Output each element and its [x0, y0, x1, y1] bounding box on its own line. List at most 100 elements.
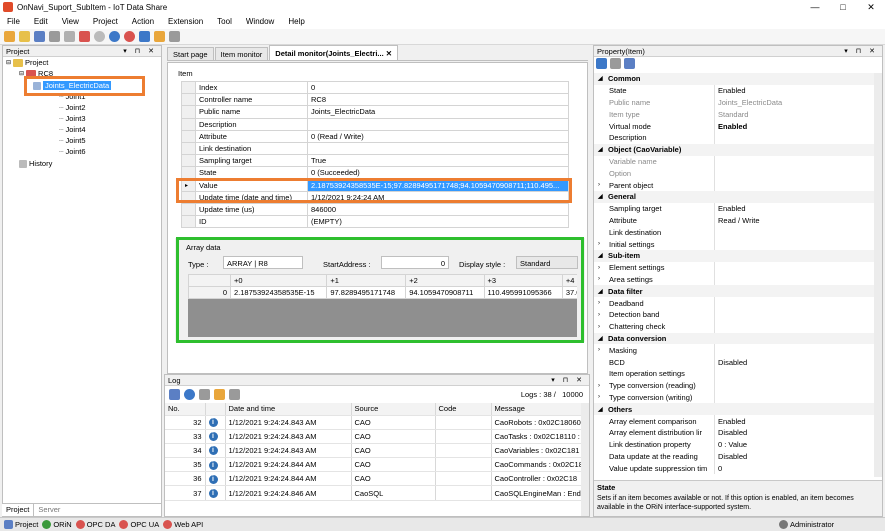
log-row[interactable]: 36 i 1/12/2021 9:24:24.844 AM CAO CaoControl…	[165, 471, 582, 487]
collapse-icon[interactable]: ◢	[598, 75, 603, 82]
property-row[interactable]: Variable name	[594, 155, 874, 168]
log-row[interactable]: 33 i 1/12/2021 9:24:24.843 AM CAO CaoTasks :…	[165, 429, 582, 444]
property-pages-icon[interactable]	[624, 58, 635, 69]
collapse-icon[interactable]: ◢	[598, 406, 603, 413]
property-row[interactable]: Link destination property 0 : Value	[594, 438, 874, 451]
log-column-header[interactable]: Source	[351, 403, 436, 416]
property-value[interactable]: 0	[718, 464, 722, 473]
log-pin-icon[interactable]: ▾ ⊓ ✕	[551, 376, 585, 384]
expand-icon[interactable]: ›	[598, 276, 600, 282]
play-icon[interactable]	[94, 31, 105, 42]
property-row[interactable]: Sampling target Enabled	[594, 202, 874, 215]
item-grid-row[interactable]: Controller name RC8	[181, 93, 569, 107]
property-row[interactable]: Attribute Read / Write	[594, 214, 874, 227]
property-row[interactable]: State Enabled	[594, 84, 874, 97]
log-column-header[interactable]: Message	[491, 403, 582, 416]
property-value[interactable]: Disabled	[718, 358, 747, 367]
expand-icon[interactable]: ›	[598, 300, 600, 306]
minimize-button[interactable]: —	[801, 0, 829, 14]
menu-help[interactable]: Help	[281, 17, 311, 26]
property-value[interactable]: Disabled	[718, 428, 747, 437]
property-row[interactable]: Data update at the reading Disabled	[594, 450, 874, 463]
property-row[interactable]: Option	[594, 167, 874, 180]
expand-icon[interactable]: ›	[598, 324, 600, 330]
tree-node-history[interactable]: History	[19, 159, 52, 168]
new-project-icon[interactable]	[4, 31, 15, 42]
property-row[interactable]: › Type conversion (reading)	[594, 379, 874, 392]
menu-tool[interactable]: Tool	[210, 17, 239, 26]
property-value[interactable]: Enabled	[718, 204, 746, 213]
expand-icon[interactable]: ›	[598, 182, 600, 188]
log-row[interactable]: 35 i 1/12/2021 9:24:24.844 AM CAO CaoCommand…	[165, 457, 582, 473]
tree-node-joint2[interactable]: ┄ Joint2	[59, 103, 86, 112]
log-save-icon[interactable]	[169, 388, 180, 400]
property-value[interactable]: Enabled	[718, 417, 746, 426]
log-row[interactable]: 32 i 1/12/2021 9:24:24.843 AM CAO CaoRobots …	[165, 415, 582, 430]
property-row[interactable]: Virtual mode Enabled	[594, 120, 874, 132]
property-value[interactable]: Standard	[718, 110, 748, 119]
tree-node-joint6[interactable]: ┄ Joint6	[59, 147, 86, 156]
property-category[interactable]: ◢ Object (CaoVariable)	[594, 143, 874, 156]
property-row[interactable]: Array element distribution lir Disabled	[594, 427, 874, 439]
property-row[interactable]: › Element settings	[594, 261, 874, 274]
menu-window[interactable]: Window	[239, 17, 281, 26]
item-grid-row[interactable]: Link destination	[181, 141, 569, 156]
property-category[interactable]: ◢ Sub-item	[594, 250, 874, 262]
log-clear-icon[interactable]	[214, 388, 225, 400]
property-value[interactable]: Enabled	[718, 122, 747, 131]
item-grid-row[interactable]: ID (EMPTY)	[181, 215, 569, 229]
item-field-value[interactable]	[307, 117, 569, 131]
item-grid-row[interactable]: Sampling target True	[181, 154, 569, 168]
expand-icon[interactable]: ›	[598, 383, 600, 389]
expand-icon[interactable]: ›	[598, 312, 600, 318]
property-row[interactable]: Public name Joints_ElectricData	[594, 96, 874, 109]
item-grid-row[interactable]: Index 0	[181, 80, 569, 95]
property-row[interactable]: › Type conversion (writing)	[594, 391, 874, 404]
log-download-icon[interactable]	[184, 388, 195, 400]
panel-pin-icon[interactable]: ▾ ⊓ ✕	[123, 47, 157, 55]
tab-item-monitor[interactable]: Item monitor	[214, 47, 269, 60]
item-field-value[interactable]: (EMPTY)	[307, 215, 569, 229]
log-filter-icon[interactable]	[229, 388, 240, 400]
save-icon[interactable]	[34, 31, 45, 42]
delete-icon[interactable]	[64, 31, 75, 42]
tab-detail-monitor[interactable]: Detail monitor(Joints_Electri... ✕	[269, 45, 399, 60]
property-pin-icon[interactable]: ▾ ⊓ ✕	[844, 47, 878, 55]
item-grid-row[interactable]: Attribute 0 (Read / Write)	[181, 129, 569, 143]
property-category[interactable]: ◢ Data conversion	[594, 332, 874, 345]
property-row[interactable]: Array element comparison Enabled	[594, 415, 874, 427]
stop-icon[interactable]	[124, 31, 135, 42]
property-value[interactable]: Read / Write	[718, 216, 760, 225]
collapse-icon[interactable]: ◢	[598, 146, 603, 153]
menu-action[interactable]: Action	[125, 17, 161, 26]
item-field-value[interactable]	[307, 141, 569, 156]
tree-node-joint5[interactable]: ┄ Joint5	[59, 136, 86, 145]
property-row[interactable]: Value update suppression tim 0	[594, 462, 874, 475]
item-field-value[interactable]: 0 (Read / Write)	[307, 129, 569, 143]
categorized-icon[interactable]	[596, 58, 607, 69]
menu-file[interactable]: File	[0, 17, 27, 26]
property-row[interactable]: Link destination	[594, 226, 874, 239]
collapse-icon[interactable]: ◢	[598, 335, 603, 342]
log-column-header[interactable]: Date and time	[225, 403, 352, 416]
alphabetical-icon[interactable]	[610, 58, 621, 69]
property-row[interactable]: › Area settings	[594, 273, 874, 286]
comment-icon[interactable]	[154, 31, 165, 42]
collapse-icon[interactable]: ◢	[598, 193, 603, 200]
save-all-icon[interactable]	[49, 31, 60, 42]
item-grid-row[interactable]: Description	[181, 117, 569, 131]
collapse-icon[interactable]: ◢	[598, 252, 603, 259]
expand-icon[interactable]: ›	[598, 265, 600, 271]
property-category[interactable]: ◢ Data filter	[594, 285, 874, 298]
property-category[interactable]: ◢ General	[594, 191, 874, 203]
property-row[interactable]: › Masking	[594, 344, 874, 357]
expand-icon[interactable]: ›	[598, 347, 600, 353]
item-field-value[interactable]: 0	[307, 80, 569, 95]
tab-start-page[interactable]: Start page	[167, 47, 214, 60]
log-row[interactable]: 34 i 1/12/2021 9:24:24.843 AM CAO CaoVariabl…	[165, 443, 582, 459]
property-row[interactable]: › Initial settings	[594, 238, 874, 250]
log-column-header[interactable]	[205, 403, 226, 416]
property-category[interactable]: ◢ Common	[594, 73, 874, 85]
expand-icon[interactable]: ›	[598, 241, 600, 247]
property-row[interactable]: › Chattering check	[594, 320, 874, 333]
